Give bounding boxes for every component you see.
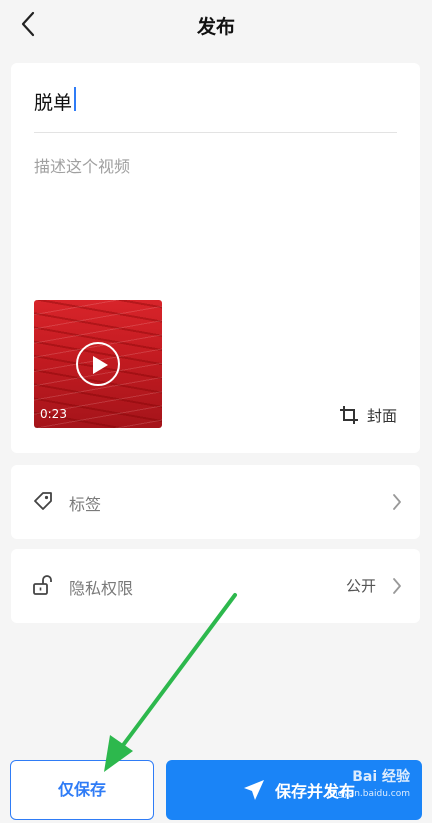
crop-icon	[339, 406, 358, 424]
page-title: 发布	[196, 16, 235, 38]
privacy-label: 隐私权限	[69, 579, 134, 598]
chevron-right-icon	[393, 494, 401, 510]
save-only-button[interactable]: 仅保存	[10, 760, 154, 820]
top-bar: 发布	[0, 0, 432, 52]
save-and-publish-button[interactable]: 保存并发布	[166, 760, 422, 820]
tags-label: 标签	[69, 495, 102, 514]
text-caret	[74, 87, 76, 111]
divider	[34, 132, 397, 133]
play-button[interactable]	[76, 342, 120, 386]
cover-button[interactable]: 封面	[339, 403, 397, 427]
video-thumbnail[interactable]: 0:23	[34, 300, 162, 428]
chevron-right-icon	[393, 578, 401, 594]
play-icon	[93, 356, 108, 374]
tags-row[interactable]: 标签	[11, 465, 420, 539]
privacy-value: 公开	[345, 577, 376, 595]
title-input[interactable]	[34, 85, 396, 117]
send-icon	[243, 780, 264, 800]
privacy-row[interactable]: 隐私权限 公开	[11, 549, 420, 623]
video-duration: 0:23	[40, 407, 67, 421]
cover-label: 封面	[366, 406, 397, 425]
description-input[interactable]	[34, 153, 396, 273]
tag-icon	[34, 492, 52, 510]
unlock-icon	[33, 575, 52, 595]
save-and-publish-label: 保存并发布	[274, 782, 355, 801]
post-editor-card: 0:23 封面	[11, 63, 420, 453]
